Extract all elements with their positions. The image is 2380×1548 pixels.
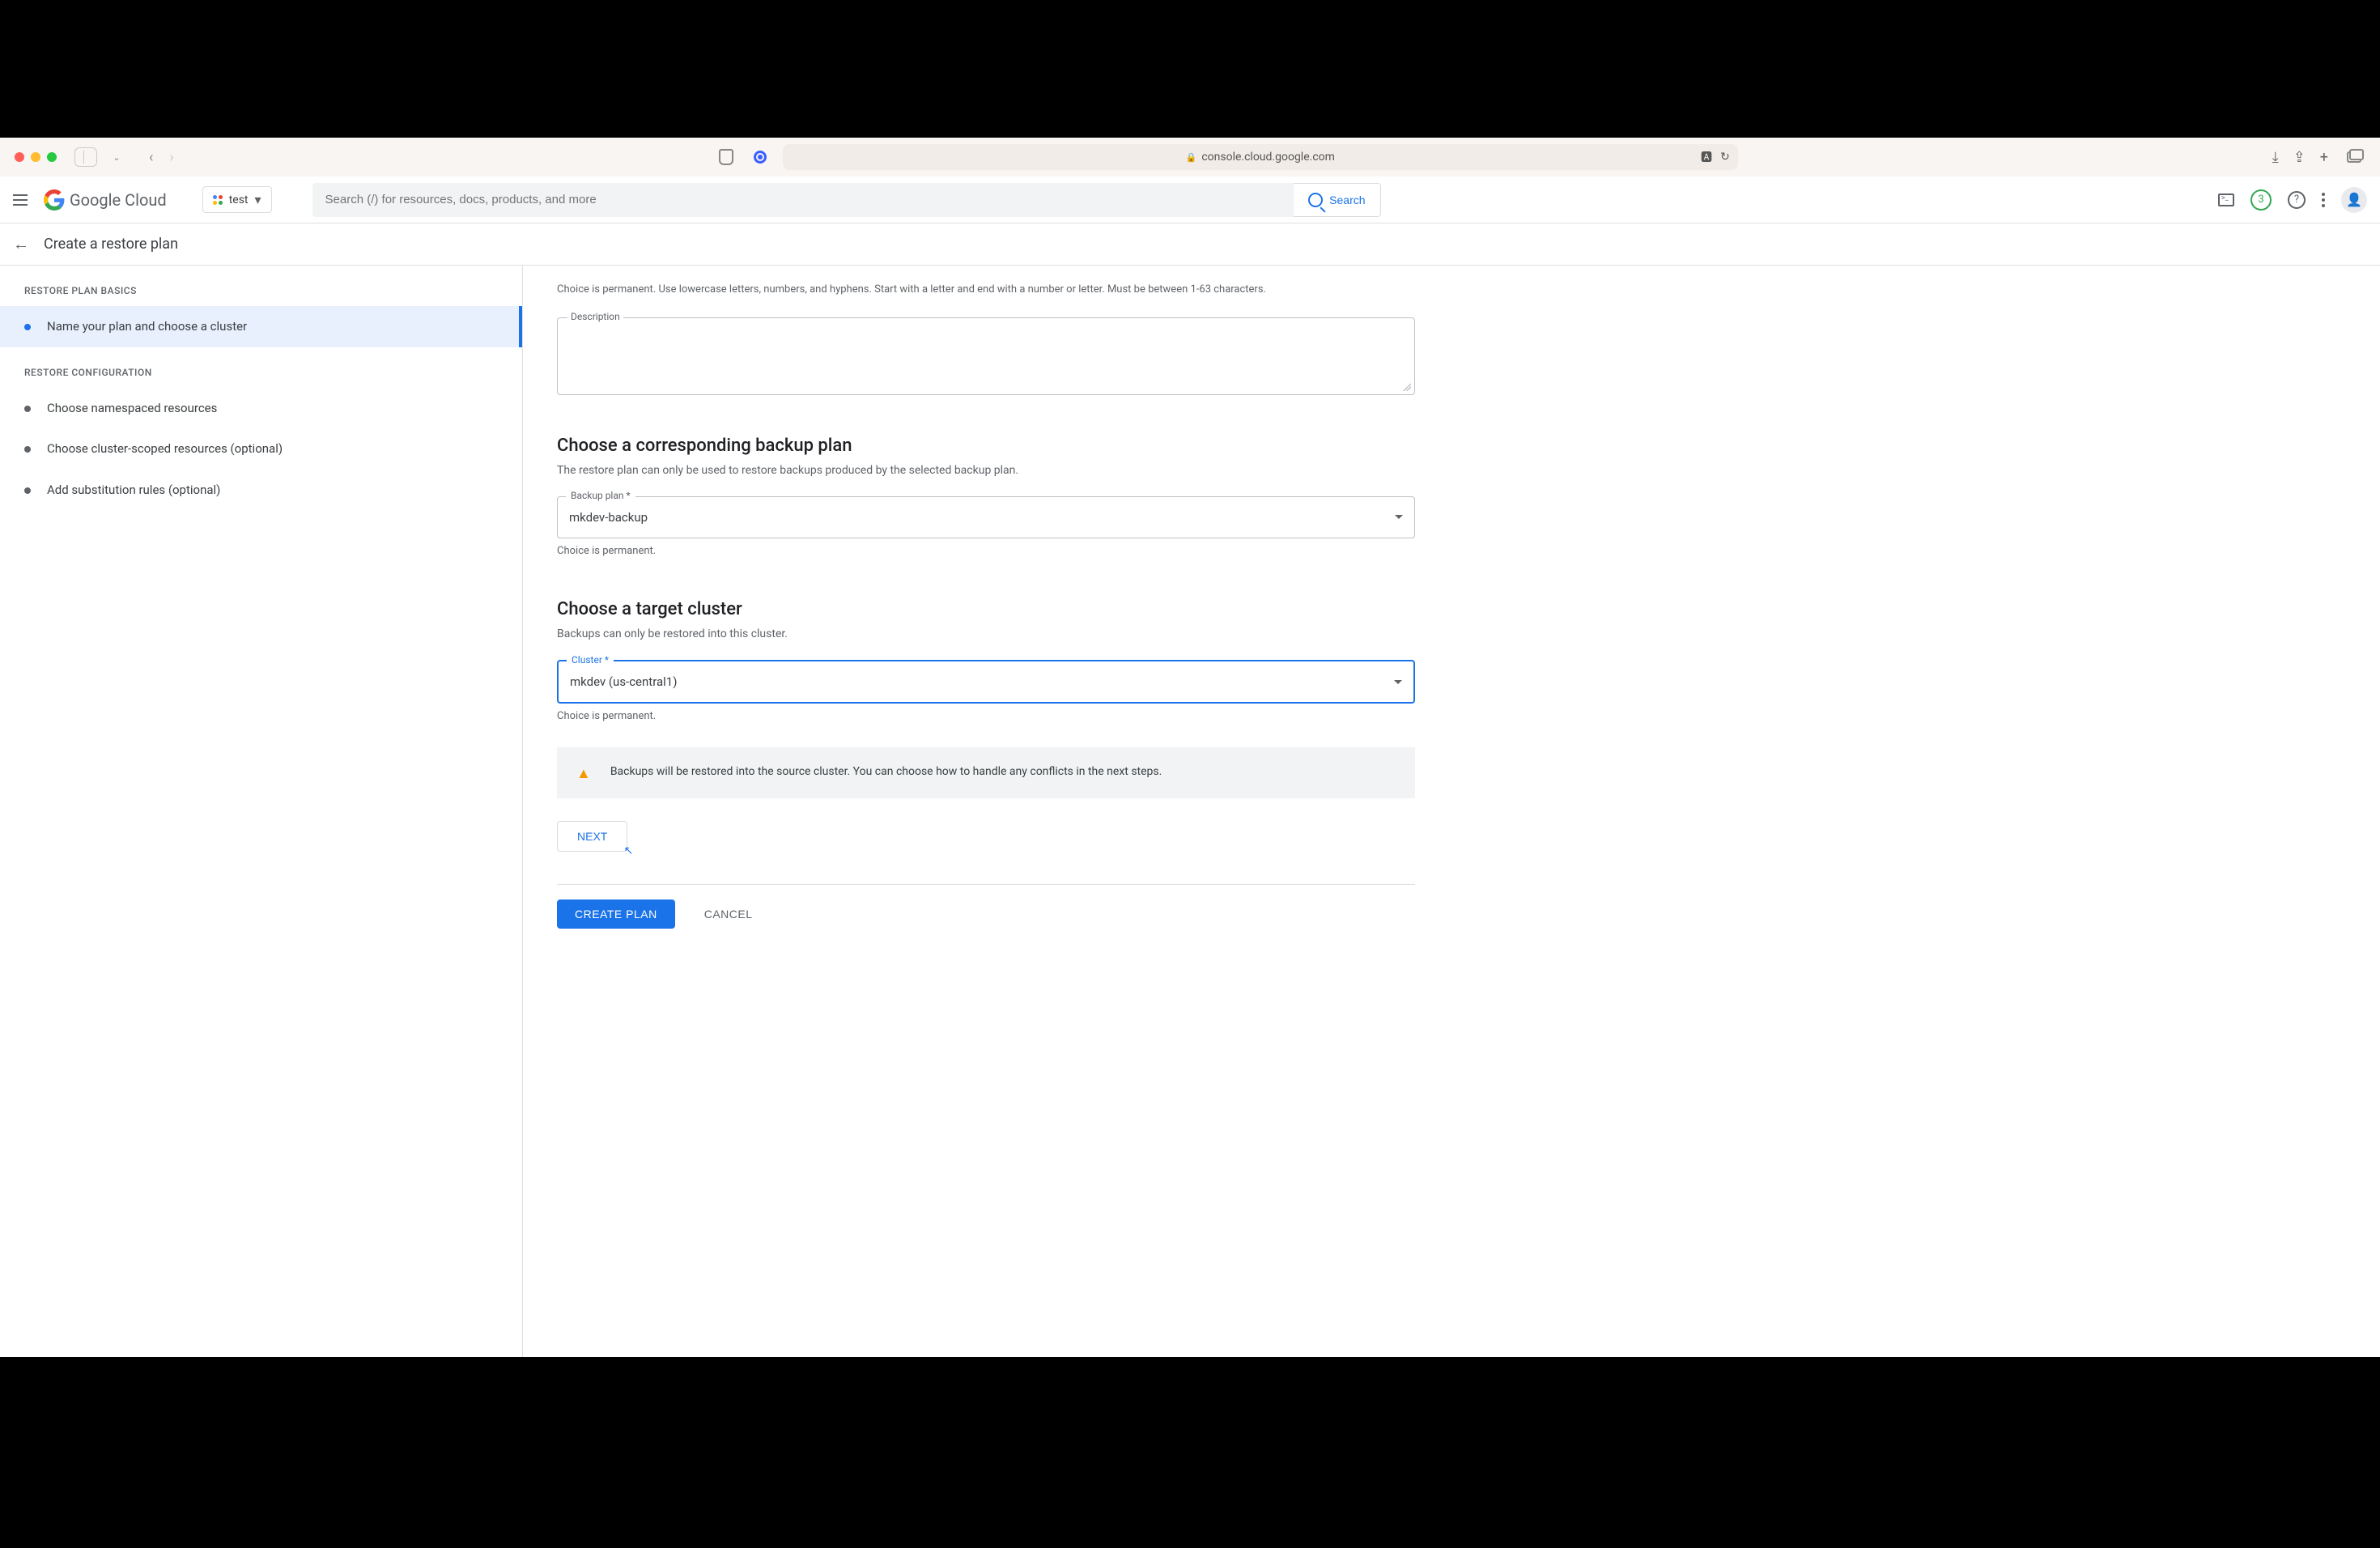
sidebar-step-namespaced[interactable]: Choose namespaced resources xyxy=(0,388,522,429)
tab-group-dropdown[interactable]: ⌄ xyxy=(105,146,128,168)
back-arrow-button[interactable]: ← xyxy=(13,234,29,254)
url-text: console.cloud.google.com xyxy=(1201,151,1335,164)
backup-plan-value: mkdev-backup xyxy=(569,510,648,525)
project-name: test xyxy=(229,194,249,206)
share-icon[interactable]: ⇪ xyxy=(2293,149,2306,166)
cursor-pointer-icon: ↖ xyxy=(624,844,634,857)
cluster-label: Cluster * xyxy=(567,654,614,666)
resize-handle-icon[interactable] xyxy=(1403,383,1411,391)
cloud-shell-icon[interactable] xyxy=(2218,194,2234,206)
subheader: ← Create a restore plan xyxy=(0,223,2380,266)
next-button[interactable]: NEXT ↖ xyxy=(557,821,627,852)
letterbox-bottom xyxy=(0,1357,2380,1438)
google-cloud-logo-icon xyxy=(44,189,65,211)
minimize-window-button[interactable] xyxy=(31,152,40,162)
downloads-icon[interactable]: ⤓ xyxy=(2272,149,2279,166)
description-input[interactable] xyxy=(558,318,1414,391)
tracker-badge-icon[interactable] xyxy=(749,146,771,168)
gcp-header: Google Cloud test ▾ Search 3 ? 👤 xyxy=(0,176,2380,223)
sidebar-section-basics: RESTORE PLAN BASICS xyxy=(0,266,522,306)
backup-plan-desc: The restore plan can only be used to res… xyxy=(557,464,1415,477)
form-area: Choice is permanent. Use lowercase lette… xyxy=(522,266,2380,1357)
search-button[interactable]: Search xyxy=(1294,183,1380,217)
header-right-actions: 3 ? 👤 xyxy=(2218,187,2367,213)
description-label: Description xyxy=(567,311,623,322)
reload-icon[interactable]: ↻ xyxy=(1720,151,1730,164)
backup-plan-heading: Choose a corresponding backup plan xyxy=(557,436,1415,456)
letterbox-top xyxy=(0,0,2380,138)
forward-button[interactable]: › xyxy=(163,149,180,166)
gcp-logo-text: Google Cloud xyxy=(70,190,167,210)
dropdown-arrow-icon xyxy=(1395,515,1403,519)
sidebar-step-substitution[interactable]: Add substitution rules (optional) xyxy=(0,470,522,511)
warning-box: ▲ Backups will be restored into the sour… xyxy=(557,747,1415,798)
step-bullet-active-icon xyxy=(24,324,31,330)
new-tab-icon[interactable]: + xyxy=(2320,149,2328,166)
search-container: Search xyxy=(312,183,1381,217)
back-button[interactable]: ‹ xyxy=(142,149,159,166)
step-label: Name your plan and choose a cluster xyxy=(47,317,247,336)
search-button-label: Search xyxy=(1329,194,1365,206)
dropdown-arrow-icon xyxy=(1394,680,1402,684)
help-icon[interactable]: ? xyxy=(2288,191,2306,209)
step-label: Choose cluster-scoped resources (optiona… xyxy=(47,440,283,458)
cluster-helper: Choice is permanent. xyxy=(557,708,1415,725)
step-bullet-icon xyxy=(24,487,31,494)
backup-plan-helper: Choice is permanent. xyxy=(557,543,1415,559)
bottom-action-bar: CREATE PLAN CANCEL xyxy=(557,884,1415,943)
warning-text: Backups will be restored into the source… xyxy=(610,763,1162,782)
more-options-icon[interactable] xyxy=(2322,193,2325,207)
avatar[interactable]: 👤 xyxy=(2341,187,2367,213)
lock-icon: 🔒 xyxy=(1186,152,1197,163)
privacy-shield-icon[interactable] xyxy=(715,146,737,168)
page-title: Create a restore plan xyxy=(44,236,178,253)
navigation-menu-button[interactable] xyxy=(13,194,28,206)
backup-plan-label: Backup plan * xyxy=(566,490,635,501)
browser-chrome: ⌄ ‹ › 🔒 console.cloud.google.com 🅰 ↻ ⤓ ⇪… xyxy=(0,138,2380,176)
step-label: Choose namespaced resources xyxy=(47,399,217,418)
cancel-button[interactable]: CANCEL xyxy=(704,899,753,929)
tabs-overview-icon[interactable] xyxy=(2343,146,2365,168)
sidebar-section-config: RESTORE CONFIGURATION xyxy=(0,347,522,388)
main-content: RESTORE PLAN BASICS Name your plan and c… xyxy=(0,266,2380,1357)
project-dots-icon xyxy=(213,195,223,205)
search-icon xyxy=(1308,193,1323,207)
sidebar-toggle-button[interactable] xyxy=(74,146,97,168)
cluster-select[interactable]: Cluster * mkdev (us-central1) xyxy=(557,660,1415,704)
step-label: Add substitution rules (optional) xyxy=(47,481,220,500)
cluster-value: mkdev (us-central1) xyxy=(570,674,677,689)
warning-icon: ▲ xyxy=(576,765,591,782)
sidebar-step-name-cluster[interactable]: Name your plan and choose a cluster xyxy=(0,306,522,347)
project-selector[interactable]: test ▾ xyxy=(202,186,272,213)
step-bullet-icon xyxy=(24,406,31,412)
close-window-button[interactable] xyxy=(15,152,24,162)
maximize-window-button[interactable] xyxy=(47,152,57,162)
chevron-down-icon: ▾ xyxy=(255,192,261,207)
target-cluster-desc: Backups can only be restored into this c… xyxy=(557,627,1415,640)
window-controls xyxy=(15,152,57,162)
search-input[interactable] xyxy=(325,193,1281,206)
url-bar[interactable]: 🔒 console.cloud.google.com 🅰 ↻ xyxy=(783,144,1738,170)
next-button-label: NEXT xyxy=(577,830,607,843)
sidebar: RESTORE PLAN BASICS Name your plan and c… xyxy=(0,266,522,1357)
create-plan-button[interactable]: CREATE PLAN xyxy=(557,899,675,929)
gcp-logo[interactable]: Google Cloud xyxy=(44,189,167,211)
sidebar-step-cluster-scoped[interactable]: Choose cluster-scoped resources (optiona… xyxy=(0,428,522,470)
name-helper-text: Choice is permanent. Use lowercase lette… xyxy=(557,282,1415,298)
search-input-wrap xyxy=(312,183,1294,217)
backup-plan-select[interactable]: Backup plan * mkdev-backup xyxy=(557,496,1415,538)
step-bullet-icon xyxy=(24,446,31,453)
notification-badge[interactable]: 3 xyxy=(2250,189,2272,211)
translate-icon[interactable]: 🅰 xyxy=(1701,149,1712,165)
description-field-wrap: Description xyxy=(557,317,1415,395)
target-cluster-heading: Choose a target cluster xyxy=(557,599,1415,619)
